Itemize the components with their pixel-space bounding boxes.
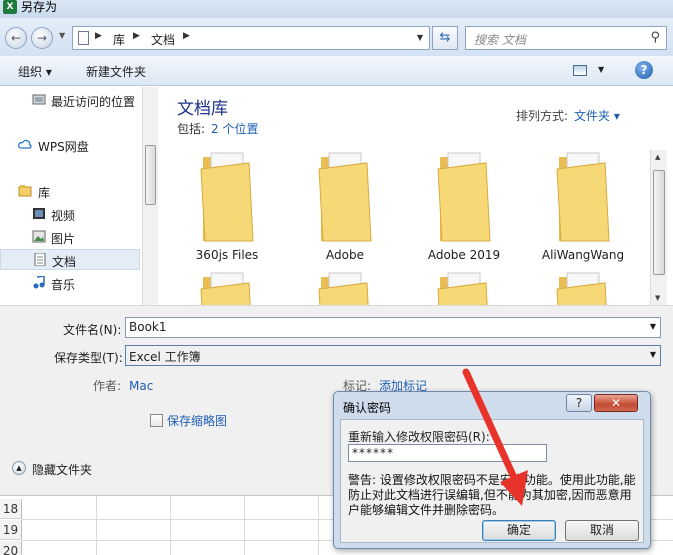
red-arrow-annotation — [462, 368, 528, 506]
